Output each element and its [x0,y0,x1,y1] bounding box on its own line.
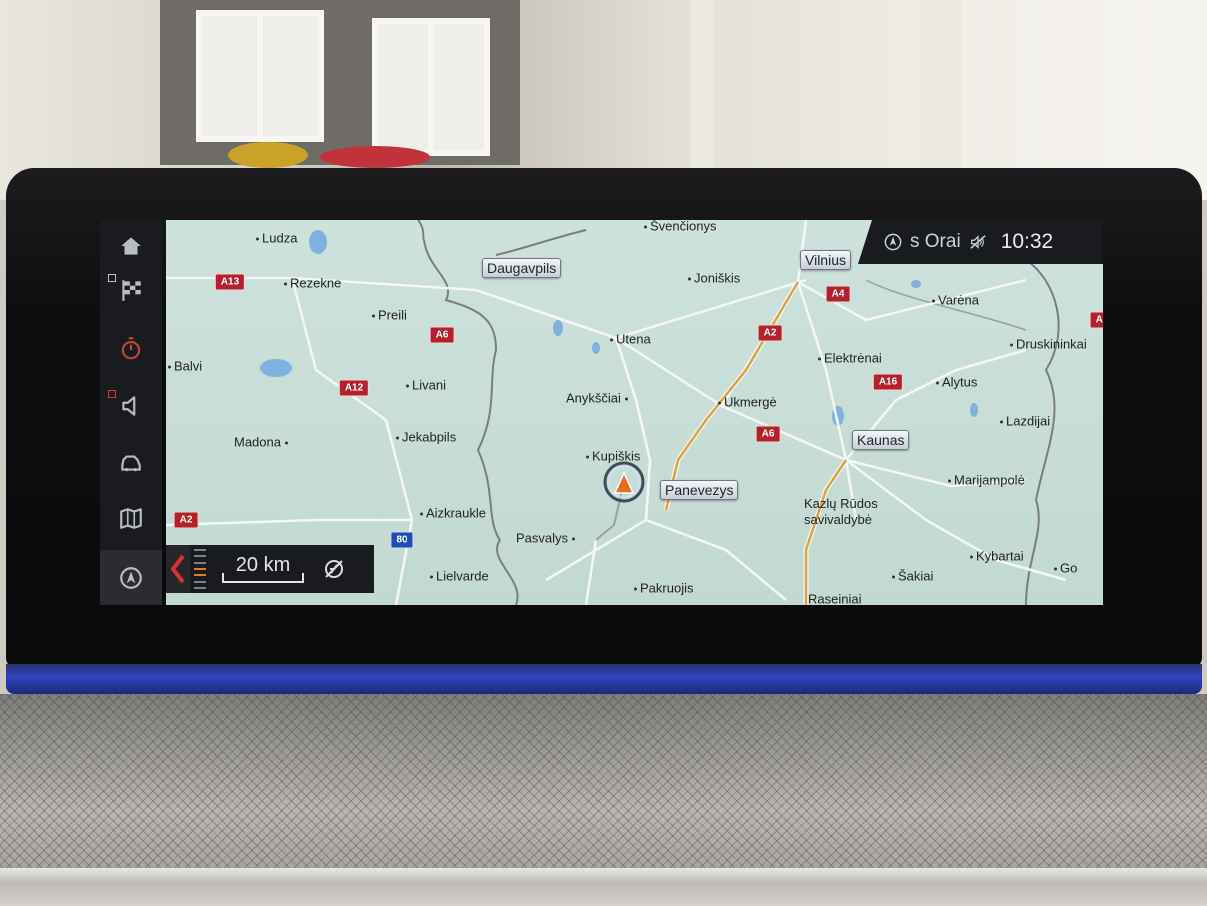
zoom-level-indicator[interactable] [194,549,206,589]
main-menu-sidebar [100,220,162,605]
clock-time: 10:32 [1000,230,1054,253]
road-shield: A6 [1089,311,1103,329]
road-shield: A12 [338,379,370,397]
map-city-label: Švenčionys [644,220,716,234]
traffic-off-icon [325,560,343,578]
collapse-button[interactable] [166,545,190,593]
mute-icon[interactable] [969,233,987,251]
map-major-city-label[interactable]: Daugavpils [482,258,562,278]
map-icon [120,508,142,529]
map-city-label: Go [1054,561,1077,576]
road-shield: A2 [173,511,199,529]
map-zoom-control: 20 km [166,545,374,593]
map-city-label: Raseiniai [808,591,862,606]
navigation-arrow-icon [120,566,142,589]
background-window [372,18,490,156]
car-icon [121,455,141,472]
road-shield: A13 [214,273,246,291]
map-city-label: Joniškis [688,271,740,286]
map-city-label: Aizkraukle [420,506,486,521]
map-city-label: Pasvalys [516,531,576,546]
road-shield: A6 [755,425,781,443]
road-shield: 80 [390,531,414,549]
map-city-label: Elektrėnai [818,351,882,366]
radio-station-label[interactable]: s Orai [910,231,961,253]
status-bar: s Orai 10:32 [858,220,1103,264]
sidebar-item-destination[interactable] [100,264,162,316]
speaker-icon [122,396,136,416]
map-city-label: Kupiškis [586,449,640,464]
navigation-compass-icon[interactable] [884,233,902,251]
background-window [196,10,324,142]
sidebar-item-media[interactable] [100,380,162,432]
map-major-city-label[interactable]: Panevezys [660,480,739,500]
map-city-label: Marijampolė [948,473,1025,488]
chevron-left-icon [170,554,185,584]
map-city-label: Lazdijai [1000,414,1050,429]
map-major-city-label[interactable]: Vilnius [800,250,851,270]
sidebar-item-map[interactable] [100,492,162,544]
map-city-label: Kazlų Rūdos savivaldybė [804,496,878,527]
map-city-label: Ludza [256,231,297,246]
sidebar-item-vehicle[interactable] [100,436,162,488]
map-city-label: Livani [406,378,446,393]
map-city-label: Utena [610,332,651,347]
road-shield: A16 [872,373,904,391]
map-city-label: Kybartai [970,549,1024,564]
sidebar-item-navigation[interactable] [100,550,162,605]
map-city-label: Druskininkai [1010,337,1087,352]
map-city-label: Alytus [936,375,977,390]
map-city-label: Rezekne [284,276,341,291]
ambient-light-strip [6,664,1202,694]
map-scale: 20 km [220,549,306,589]
map-city-label: Madona [234,435,288,450]
status-indicator [108,274,116,282]
map-city-label: Jekabpils [396,430,456,445]
sidebar-item-timer[interactable] [100,322,162,374]
status-indicator [108,390,116,398]
road-shield: A4 [825,285,851,303]
dashboard-trim [0,868,1207,906]
map-city-label: Šakiai [892,569,933,584]
current-position-marker [603,461,645,503]
traffic-toggle-button[interactable] [320,555,348,583]
map-city-label: Ukmergė [718,395,777,410]
background-plant [320,146,430,168]
checkered-flag-icon [122,280,141,301]
background-plant [228,142,308,168]
map-major-city-label[interactable]: Kaunas [852,430,910,450]
road-shield: A6 [429,326,455,344]
home-icon [121,237,141,255]
map-city-label: Balvi [168,359,202,374]
map-city-label: Pakruojis [634,581,693,596]
map-city-label: Varėna [932,293,979,308]
map-city-label: Preili [372,308,407,323]
road-shield: A2 [757,324,783,342]
stopwatch-icon [121,337,141,360]
map-city-label: Anykščiai [566,391,628,406]
map-city-label: Lielvarde [430,569,489,584]
map-scale-bar [222,573,304,583]
